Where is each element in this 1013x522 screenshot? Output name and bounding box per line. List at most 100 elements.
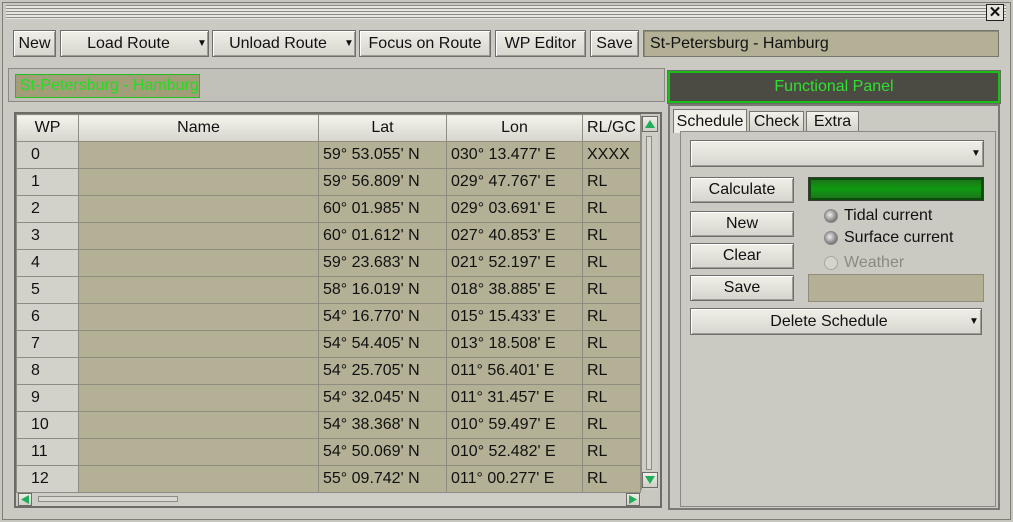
cell-lon[interactable]: 011° 56.401' E (446, 357, 583, 385)
table-row[interactable]: 8 54° 25.705' N 011° 56.401' E RL (16, 357, 641, 385)
new-route-button[interactable]: New (13, 30, 56, 57)
cell-rlgc[interactable]: RL (582, 303, 641, 331)
cell-name[interactable] (78, 303, 319, 331)
cell-lon[interactable]: 013° 18.508' E (446, 330, 583, 358)
table-row[interactable]: 10 54° 38.368' N 010° 59.497' E RL (16, 411, 641, 439)
table-row[interactable]: 0 59° 53.055' N 030° 13.477' E XXXX (16, 141, 641, 169)
cell-name[interactable] (78, 330, 319, 358)
cell-wp[interactable]: 9 (16, 384, 79, 412)
table-row[interactable]: 9 54° 32.045' N 011° 31.457' E RL (16, 384, 641, 412)
cell-lon[interactable]: 010° 52.482' E (446, 438, 583, 466)
unload-route-dropdown[interactable]: Unload Route ▼ (212, 30, 356, 57)
column-header-wp[interactable]: WP (16, 114, 79, 142)
cell-rlgc[interactable]: RL (582, 168, 641, 196)
cell-rlgc[interactable]: RL (582, 222, 641, 250)
table-row[interactable]: 4 59° 23.683' N 021° 52.197' E RL (16, 249, 641, 277)
cell-lon[interactable]: 030° 13.477' E (446, 141, 583, 169)
cell-lon[interactable]: 027° 40.853' E (446, 222, 583, 250)
cell-rlgc[interactable]: RL (582, 357, 641, 385)
cell-lon[interactable]: 010° 59.497' E (446, 411, 583, 439)
clear-schedule-button[interactable]: Clear (690, 243, 794, 269)
table-row[interactable]: 12 55° 09.742' N 011° 00.277' E RL (16, 465, 641, 493)
cell-lon[interactable]: 021° 52.197' E (446, 249, 583, 277)
cell-wp[interactable]: 12 (16, 465, 79, 493)
calculate-button[interactable]: Calculate (690, 177, 794, 203)
radio-button-icon[interactable] (824, 209, 838, 223)
cell-rlgc[interactable]: RL (582, 384, 641, 412)
column-header-rlgc[interactable]: RL/GC (582, 114, 641, 142)
cell-rlgc[interactable]: RL (582, 276, 641, 304)
save-route-button[interactable]: Save (590, 30, 639, 57)
cell-wp[interactable]: 2 (16, 195, 79, 223)
cell-rlgc[interactable]: RL (582, 249, 641, 277)
scroll-up-button[interactable] (642, 116, 658, 132)
close-button[interactable]: ✕ (986, 4, 1004, 21)
cell-lon[interactable]: 018° 38.885' E (446, 276, 583, 304)
cell-lat[interactable]: 59° 23.683' N (318, 249, 447, 277)
cell-lat[interactable]: 58° 16.019' N (318, 276, 447, 304)
column-header-lon[interactable]: Lon (446, 114, 583, 142)
load-route-dropdown[interactable]: Load Route ▼ (60, 30, 209, 57)
cell-name[interactable] (78, 384, 319, 412)
wp-editor-button[interactable]: WP Editor (495, 30, 586, 57)
cell-wp[interactable]: 8 (16, 357, 79, 385)
cell-lat[interactable]: 55° 09.742' N (318, 465, 447, 493)
cell-lat[interactable]: 60° 01.985' N (318, 195, 447, 223)
cell-name[interactable] (78, 195, 319, 223)
focus-on-route-button[interactable]: Focus on Route (359, 30, 491, 57)
table-row[interactable]: 3 60° 01.612' N 027° 40.853' E RL (16, 222, 641, 250)
cell-name[interactable] (78, 357, 319, 385)
cell-lon[interactable]: 011° 31.457' E (446, 384, 583, 412)
scroll-left-button[interactable] (18, 493, 32, 506)
cell-wp[interactable]: 5 (16, 276, 79, 304)
table-row[interactable]: 7 54° 54.405' N 013° 18.508' E RL (16, 330, 641, 358)
cell-lon[interactable]: 029° 47.767' E (446, 168, 583, 196)
cell-name[interactable] (78, 141, 319, 169)
cell-lat[interactable]: 54° 32.045' N (318, 384, 447, 412)
title-bar[interactable] (6, 5, 1006, 19)
scroll-right-button[interactable] (626, 493, 640, 506)
column-header-lat[interactable]: Lat (318, 114, 447, 142)
cell-name[interactable] (78, 438, 319, 466)
cell-wp[interactable]: 4 (16, 249, 79, 277)
surface-current-option[interactable]: Surface current (824, 228, 984, 248)
cell-lat[interactable]: 60° 01.612' N (318, 222, 447, 250)
horizontal-scroll-thumb[interactable] (38, 496, 178, 502)
table-row[interactable]: 5 58° 16.019' N 018° 38.885' E RL (16, 276, 641, 304)
cell-lat[interactable]: 54° 50.069' N (318, 438, 447, 466)
cell-rlgc[interactable]: RL (582, 465, 641, 493)
delete-schedule-dropdown[interactable]: Delete Schedule ▼ (690, 308, 982, 335)
cell-lon[interactable]: 011° 00.277' E (446, 465, 583, 493)
cell-wp[interactable]: 0 (16, 141, 79, 169)
table-row[interactable]: 6 54° 16.770' N 015° 15.433' E RL (16, 303, 641, 331)
cell-name[interactable] (78, 222, 319, 250)
tab-schedule[interactable]: Schedule (673, 109, 747, 133)
vertical-scroll-thumb[interactable] (646, 136, 652, 470)
cell-wp[interactable]: 7 (16, 330, 79, 358)
cell-lat[interactable]: 54° 38.368' N (318, 411, 447, 439)
cell-wp[interactable]: 3 (16, 222, 79, 250)
cell-name[interactable] (78, 411, 319, 439)
horizontal-scrollbar[interactable] (18, 492, 641, 506)
cell-lat[interactable]: 59° 53.055' N (318, 141, 447, 169)
cell-wp[interactable]: 1 (16, 168, 79, 196)
cell-lon[interactable]: 029° 03.691' E (446, 195, 583, 223)
cell-lat[interactable]: 54° 54.405' N (318, 330, 447, 358)
cell-lat[interactable]: 59° 56.809' N (318, 168, 447, 196)
cell-rlgc[interactable]: XXXX (582, 141, 641, 169)
tab-check[interactable]: Check (749, 111, 804, 132)
cell-lat[interactable]: 54° 16.770' N (318, 303, 447, 331)
table-row[interactable]: 1 59° 56.809' N 029° 47.767' E RL (16, 168, 641, 196)
cell-name[interactable] (78, 249, 319, 277)
cell-name[interactable] (78, 276, 319, 304)
table-row[interactable]: 2 60° 01.985' N 029° 03.691' E RL (16, 195, 641, 223)
tab-extra[interactable]: Extra (806, 111, 859, 132)
save-schedule-button[interactable]: Save (690, 275, 794, 301)
radio-button-icon[interactable] (824, 231, 838, 245)
new-schedule-button[interactable]: New (690, 211, 794, 237)
column-header-name[interactable]: Name (78, 114, 319, 142)
cell-name[interactable] (78, 465, 319, 493)
cell-rlgc[interactable]: RL (582, 330, 641, 358)
vertical-scrollbar[interactable] (641, 116, 658, 490)
cell-rlgc[interactable]: RL (582, 411, 641, 439)
